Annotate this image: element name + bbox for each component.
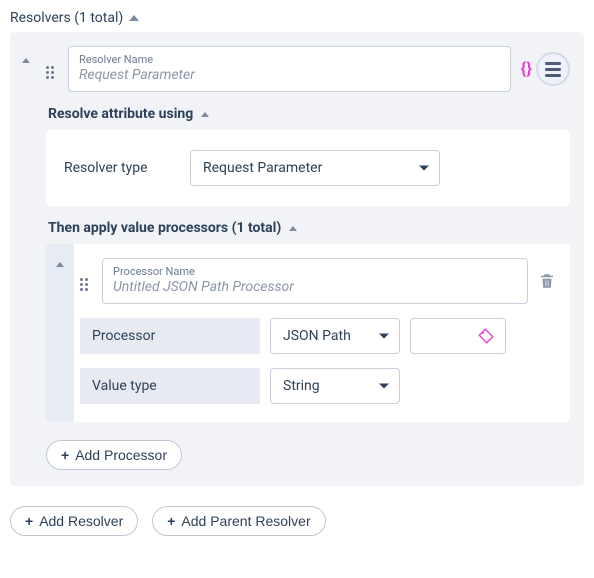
processors-title: Then apply value processors (1 total) bbox=[48, 220, 281, 236]
processor-title-row: Processor Name Untitled JSON Path Proces… bbox=[80, 258, 556, 304]
drag-handle-icon[interactable] bbox=[46, 60, 58, 79]
resolver-type-panel: Resolver type Request Parameter bbox=[46, 130, 570, 206]
json-braces-icon[interactable]: { } bbox=[521, 59, 530, 79]
resolvers-title: Resolvers (1 total) bbox=[10, 10, 123, 26]
chevron-down-icon bbox=[379, 334, 389, 339]
resolver-name-label: Resolver Name bbox=[79, 53, 500, 66]
processor-select[interactable]: JSON Path bbox=[270, 318, 400, 354]
processor-name-input[interactable]: Processor Name Untitled JSON Path Proces… bbox=[102, 258, 528, 304]
plus-icon: + bbox=[167, 513, 175, 529]
chevron-down-icon bbox=[419, 166, 429, 171]
add-processor-button[interactable]: + Add Processor bbox=[46, 440, 182, 470]
caret-up-icon bbox=[22, 58, 30, 63]
add-resolver-label: Add Resolver bbox=[39, 513, 123, 529]
resolver-collapse-gutter[interactable] bbox=[10, 32, 42, 486]
caret-up-icon bbox=[56, 262, 64, 267]
processor-card: Processor Name Untitled JSON Path Proces… bbox=[46, 244, 570, 422]
resolvers-section-header[interactable]: Resolvers (1 total) bbox=[10, 10, 584, 26]
resolver-body: Resolver Name Request Parameter { } Reso… bbox=[42, 32, 584, 486]
processor-name-value[interactable]: Untitled JSON Path Processor bbox=[113, 279, 517, 297]
resolver-card: Resolver Name Request Parameter { } Reso… bbox=[10, 32, 584, 486]
menu-stack-icon[interactable] bbox=[536, 52, 570, 86]
processor-field-label: Processor bbox=[80, 318, 260, 354]
valuetype-select-value: String bbox=[283, 378, 320, 394]
valuetype-field-row: Value type String bbox=[80, 368, 556, 404]
add-resolver-button[interactable]: + Add Resolver bbox=[10, 506, 138, 536]
plus-icon: + bbox=[25, 513, 33, 529]
resolver-type-select[interactable]: Request Parameter bbox=[190, 150, 440, 186]
processors-header[interactable]: Then apply value processors (1 total) bbox=[48, 220, 570, 236]
trash-icon[interactable] bbox=[538, 271, 556, 291]
resolver-type-label: Resolver type bbox=[64, 160, 164, 176]
resolve-attr-header[interactable]: Resolve attribute using bbox=[48, 106, 570, 122]
caret-up-icon bbox=[201, 112, 209, 117]
processor-name-label: Processor Name bbox=[113, 265, 517, 278]
caret-up-icon bbox=[289, 226, 297, 231]
add-parent-resolver-label: Add Parent Resolver bbox=[181, 513, 310, 529]
drag-handle-icon[interactable] bbox=[80, 272, 92, 291]
chevron-down-icon bbox=[379, 384, 389, 389]
processor-collapse-gutter[interactable] bbox=[46, 244, 74, 422]
footer-button-row: + Add Resolver + Add Parent Resolver bbox=[10, 506, 584, 536]
valuetype-field-label: Value type bbox=[80, 368, 260, 404]
processor-body: Processor Name Untitled JSON Path Proces… bbox=[74, 244, 570, 422]
processor-select-value: JSON Path bbox=[283, 328, 351, 344]
processor-field-row: Processor JSON Path bbox=[80, 318, 556, 354]
resolver-name-input[interactable]: Resolver Name Request Parameter bbox=[68, 46, 511, 92]
add-processor-label: Add Processor bbox=[75, 447, 167, 463]
resolver-right-icons: { } bbox=[521, 52, 570, 86]
resolver-type-value: Request Parameter bbox=[203, 160, 322, 176]
add-parent-resolver-button[interactable]: + Add Parent Resolver bbox=[152, 506, 325, 536]
resolver-title-row: Resolver Name Request Parameter { } bbox=[46, 46, 570, 92]
processor-tag-button[interactable] bbox=[410, 318, 506, 354]
caret-up-icon bbox=[129, 15, 139, 21]
resolve-attr-title: Resolve attribute using bbox=[48, 106, 193, 122]
valuetype-select[interactable]: String bbox=[270, 368, 400, 404]
plus-icon: + bbox=[61, 447, 69, 463]
resolver-name-value[interactable]: Request Parameter bbox=[79, 67, 500, 85]
